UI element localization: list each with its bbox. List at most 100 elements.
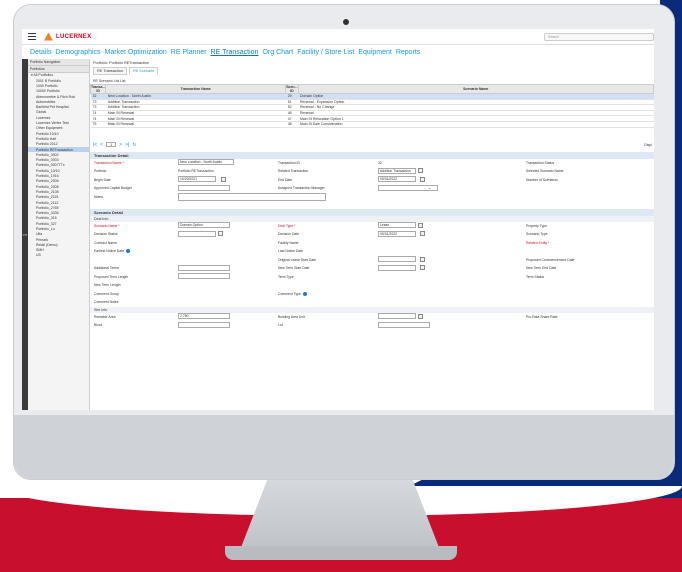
proposed-commencement-label: Proposed Commencement Date [526,257,575,262]
cell-trans-name: Main St Renewal [105,121,286,128]
lookup-icon[interactable] [418,168,423,174]
nav-tab-re-transaction[interactable]: RE Transaction [211,49,259,56]
info-icon[interactable] [302,291,307,296]
lookup-icon[interactable] [218,231,223,237]
nav-tab-market-optimization[interactable]: Market Optimization [105,49,167,56]
col-scen-name[interactable]: Scenario Name [297,84,654,94]
transaction-form: Transaction Name * New Location - North … [90,159,654,205]
proposed-term-length-label: Proposed Term Length [94,274,129,279]
monitor-chin [14,415,674,479]
portfolio-sidebar: Portfolio Navigation Portfolios ▾ All Po… [28,59,90,410]
transaction-name-input[interactable]: New Location - North Austin [178,159,234,166]
calendar-icon[interactable] [420,231,425,237]
nav-tab-org-chart[interactable]: Org Chart [262,49,293,56]
next-page-icon[interactable]: > [119,142,122,148]
building-area-unit-label: Building Area Unit [278,314,305,319]
transaction-id-value: 32 [378,160,382,165]
approved-budget-input[interactable] [178,184,230,191]
last-notice-label: Last Notice Date [278,249,304,254]
last-page-icon[interactable]: >| [125,142,129,148]
cell-trans-id: 75 [90,121,106,128]
calendar-icon[interactable] [420,265,425,271]
nav-tab-equipment[interactable]: Equipment [358,49,391,56]
calendar-icon[interactable] [420,176,425,182]
cell-scen-name: Main St Sale Consideration [298,121,654,128]
deal-type-input[interactable]: Lease [378,222,416,229]
col-scen-id[interactable]: Scen... ID [285,84,299,94]
transaction-name-label: Transaction Name * [94,160,124,165]
new-term-end-label: New Term End Date [526,266,557,271]
rentable-area-label: Rentable Area [94,314,116,319]
notes-textarea[interactable] [178,193,326,202]
lookup-icon[interactable] [418,313,423,319]
nav-tab-facility-store-list[interactable]: Facility / Store List [297,49,354,56]
building-area-unit-input[interactable] [378,313,416,320]
rentable-area-input[interactable]: 2,780 [178,313,230,320]
camera-icon [343,19,349,25]
scenario-name-label: Scenario Name * [94,223,120,228]
table-row[interactable]: 75 Main St Renewal 48 Main St Sale Consider… [90,121,654,128]
portfolio-value: Portfolio RETransaction [178,169,214,174]
lot-input[interactable] [378,321,430,328]
sidebar-item[interactable]: US [28,253,89,258]
new-term-start-input[interactable] [378,264,416,271]
nav-tab-demographics[interactable]: Demographics [55,49,100,56]
notes-label: Notes [94,194,103,199]
earliest-notice-label: Earliest Notice Date [94,249,130,254]
approved-budget-label: Approved Capital Budget [94,186,132,191]
decision-date-input[interactable]: 05/31/2022 [378,230,416,237]
refresh-icon[interactable]: ↻ [132,142,136,148]
selected-scenario-label: Selected Scenario Name [526,169,564,174]
transaction-detail-header: Transaction Detail [90,151,654,159]
collapse-label: >> [22,232,28,237]
first-page-icon[interactable]: |< [93,142,97,148]
hamburger-menu-icon[interactable] [28,32,36,41]
transaction-status-label: Transaction Status [526,160,555,165]
block-input[interactable] [178,321,230,328]
global-search-input[interactable]: Search [544,32,654,41]
decision-status-input[interactable] [178,230,216,237]
comment-group-label: Comment Group [94,291,120,296]
portfolio-label: Portfolio [94,169,107,174]
col-trans-id[interactable]: Transa... ID [90,84,107,94]
app-screen: LUCERNEX Search Details Demographics Marke… [22,29,654,410]
new-term-length-label: New Term Length [94,283,121,288]
prev-page-icon[interactable]: < [100,142,103,148]
nav-tab-re-planner[interactable]: RE Planner [171,49,207,56]
page-number-input[interactable]: 1 [106,142,117,148]
lot-label: Lot [278,323,283,328]
display-count: Displ [644,142,652,147]
proposed-term-length-input[interactable] [178,273,230,280]
tab-re-scenario[interactable]: RE Scenario [128,67,159,75]
new-term-start-label: New Term Start Date [278,266,310,271]
term-status-label: Term Status [526,274,545,279]
end-date-input[interactable]: 05/31/2022 [378,176,416,183]
scenario-name-input[interactable]: Domain Option [178,222,230,229]
end-date-label: End Date [278,177,293,182]
lookup-icon[interactable] [418,222,423,228]
nav-tab-details[interactable]: Details [30,49,51,56]
chevron-down-icon[interactable]: ⌄ [428,185,431,190]
tab-re-transaction[interactable]: RE Transaction [93,67,127,75]
block-label: Block [94,323,103,328]
main-nav: Details Demographics Market Optimization RE… [22,45,654,59]
related-transaction-input[interactable]: Addition Transaction [378,167,416,174]
info-icon[interactable] [125,249,130,254]
calendar-icon[interactable] [221,176,226,182]
lucernex-logo-icon [44,32,53,41]
nav-tab-reports[interactable]: Reports [396,49,421,56]
app-logo: LUCERNEX [56,33,92,40]
earliest-notice-text: Earliest Notice Date [94,249,124,254]
scenario-type-label: Scenario Type [526,232,548,237]
additional-terms-input[interactable] [178,264,230,271]
original-lease-start-input[interactable] [378,256,416,263]
list-caption: RE Scenario List List [93,79,126,83]
comment-notes-label: Comment Notes [94,300,119,305]
main-content: Portfolio: Portfolio RETransaction RE Tr… [90,59,654,410]
expand-caret-icon[interactable]: ▾ [31,73,34,77]
related-transaction-label: Related Transaction [278,169,309,174]
begin-date-input[interactable]: 10/29/2021 [178,176,216,183]
calendar-icon[interactable] [420,256,425,262]
monitor-stand [240,478,440,550]
col-trans-name[interactable]: Transaction Name [105,84,287,94]
